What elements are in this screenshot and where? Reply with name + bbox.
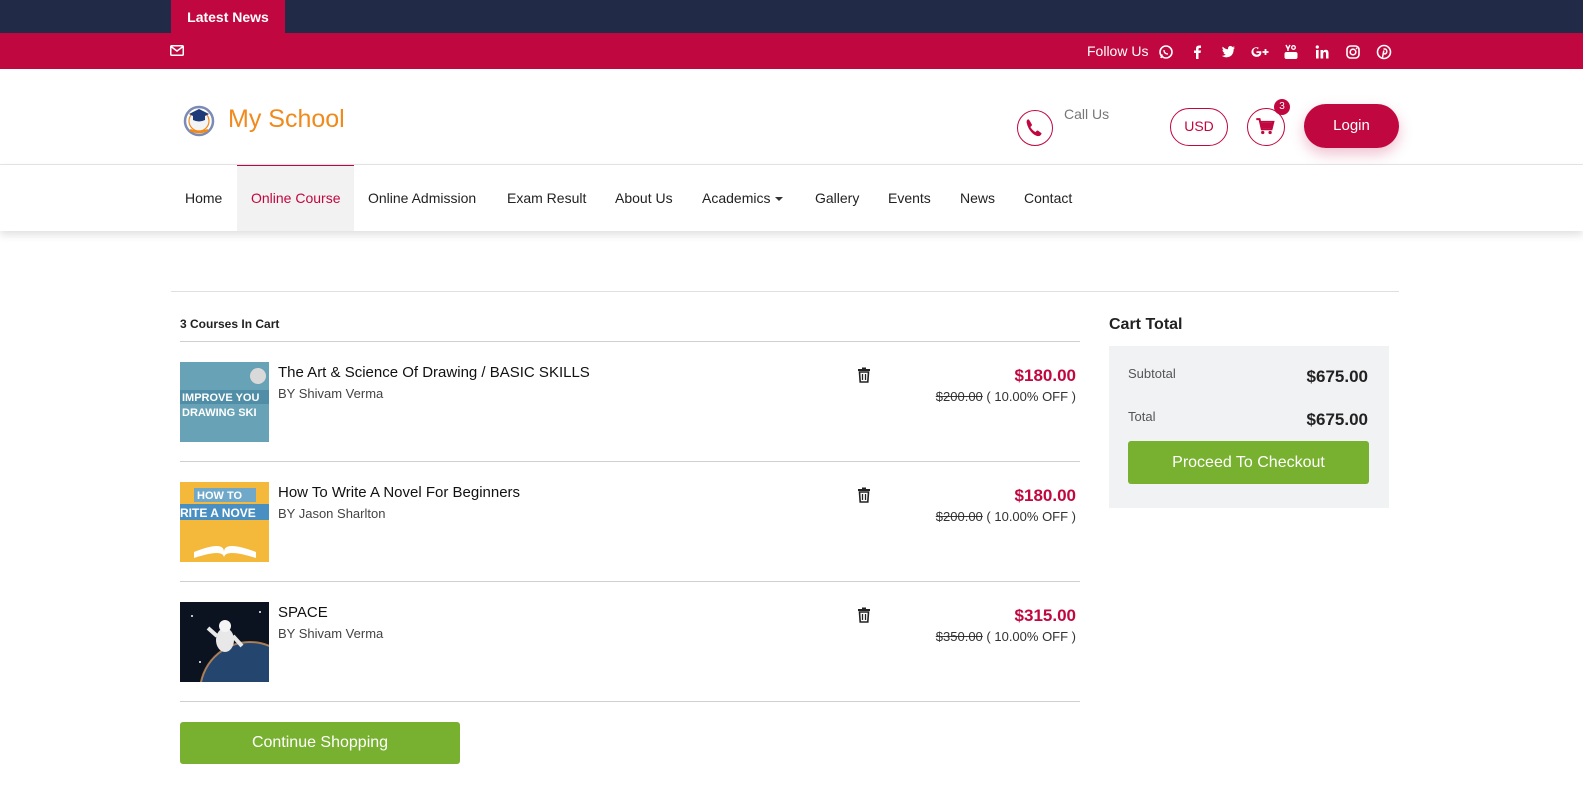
svg-text:HOW TO: HOW TO [197, 490, 242, 502]
cart-item: HOW TO RITE A NOVE How To Write A Novel … [180, 482, 1080, 562]
svg-text:IMPROVE YOU: IMPROVE YOU [182, 392, 259, 404]
youtube-icon[interactable] [1283, 44, 1299, 60]
pinterest-icon[interactable] [1376, 44, 1392, 60]
course-title[interactable]: The Art & Science Of Drawing / BASIC SKI… [278, 364, 590, 381]
school-logo-icon[interactable] [181, 103, 217, 137]
follow-us-label: Follow Us [1087, 43, 1149, 59]
cart-count-badge: 3 [1274, 99, 1290, 115]
call-us-label: Call Us [1064, 106, 1110, 122]
course-price: $315.00 [1014, 606, 1076, 625]
original-price: $200.00 [935, 509, 983, 524]
original-price: $350.00 [935, 629, 983, 644]
row-divider [180, 461, 1080, 462]
cart-total-title: Cart Total [1109, 316, 1183, 333]
whatsapp-icon[interactable] [1158, 44, 1174, 60]
course-title[interactable]: SPACE [278, 604, 328, 621]
trash-icon[interactable] [857, 487, 871, 503]
proceed-to-checkout-button[interactable]: Proceed To Checkout [1128, 441, 1369, 484]
cart-course-count: 3 Courses In Cart [180, 317, 280, 331]
nav-item-exam-result[interactable]: Exam Result [493, 165, 600, 231]
brand-name[interactable]: My School [228, 105, 345, 134]
nav-item-contact[interactable]: Contact [1010, 165, 1086, 231]
nav-item-online-course[interactable]: Online Course [237, 165, 354, 231]
site-header: My School Call Us USD 3 Login [0, 69, 1583, 165]
instagram-icon[interactable] [1345, 44, 1361, 60]
nav-item-academics[interactable]: Academics [688, 165, 784, 231]
nav-item-about-us[interactable]: About Us [601, 165, 687, 231]
row-divider [180, 701, 1080, 702]
course-price: $180.00 [1014, 366, 1076, 385]
nav-item-academics-label: Academics [702, 190, 771, 206]
caret-down-icon [775, 197, 784, 202]
trash-icon[interactable] [857, 367, 871, 383]
currency-select[interactable]: USD [1170, 108, 1228, 146]
call-button[interactable] [1017, 110, 1053, 146]
top-bar: Latest News [0, 0, 1583, 33]
row-divider [180, 341, 1080, 342]
nav-item-online-admission[interactable]: Online Admission [354, 165, 490, 231]
course-original-price: $200.00 ( 10.00% OFF ) [936, 509, 1076, 524]
mail-icon[interactable] [170, 45, 184, 56]
facebook-icon[interactable] [1189, 44, 1205, 60]
linkedin-icon[interactable] [1314, 44, 1330, 60]
nav-item-gallery[interactable]: Gallery [801, 165, 873, 231]
course-author: BY Shivam Verma [278, 386, 384, 401]
row-divider [180, 581, 1080, 582]
trash-icon[interactable] [857, 607, 871, 623]
discount-label: ( 10.00% OFF ) [986, 509, 1076, 524]
cart-item: SPACE BY Shivam Verma $315.00 $350.00 ( … [180, 602, 1080, 682]
social-bar: Follow Us [0, 33, 1583, 69]
nav-item-events[interactable]: Events [874, 165, 945, 231]
course-thumbnail[interactable] [180, 602, 269, 682]
subtotal-value: $675.00 [1306, 367, 1368, 386]
twitter-icon[interactable] [1220, 44, 1236, 60]
discount-label: ( 10.00% OFF ) [986, 389, 1076, 404]
login-button[interactable]: Login [1304, 104, 1399, 148]
continue-shopping-button[interactable]: Continue Shopping [180, 722, 460, 764]
discount-label: ( 10.00% OFF ) [986, 629, 1076, 644]
content-divider [171, 291, 1399, 292]
course-thumbnail[interactable]: IMPROVE YOU DRAWING SKI [180, 362, 269, 442]
cart-total-panel: Subtotal $675.00 Total $675.00 Proceed T… [1109, 346, 1389, 508]
google-plus-icon[interactable] [1250, 44, 1270, 60]
course-price: $180.00 [1014, 486, 1076, 505]
phone-icon [1026, 119, 1042, 137]
total-value: $675.00 [1306, 410, 1368, 429]
svg-text:RITE A NOVE: RITE A NOVE [180, 506, 256, 520]
course-author: BY Jason Sharlton [278, 506, 386, 521]
main-nav: Home Online Course Online Admission Exam… [0, 165, 1583, 231]
latest-news-tab[interactable]: Latest News [171, 0, 285, 33]
svg-text:DRAWING SKI: DRAWING SKI [182, 407, 257, 419]
original-price: $200.00 [935, 389, 983, 404]
nav-item-news[interactable]: News [946, 165, 1009, 231]
course-thumbnail[interactable]: HOW TO RITE A NOVE [180, 482, 269, 562]
course-title[interactable]: How To Write A Novel For Beginners [278, 484, 520, 501]
cart-item: IMPROVE YOU DRAWING SKI The Art & Scienc… [180, 362, 1080, 442]
total-label: Total [1128, 409, 1156, 424]
course-original-price: $200.00 ( 10.00% OFF ) [936, 389, 1076, 404]
course-original-price: $350.00 ( 10.00% OFF ) [936, 629, 1076, 644]
course-author: BY Shivam Verma [278, 626, 384, 641]
nav-item-home[interactable]: Home [171, 165, 236, 231]
subtotal-label: Subtotal [1128, 366, 1176, 381]
